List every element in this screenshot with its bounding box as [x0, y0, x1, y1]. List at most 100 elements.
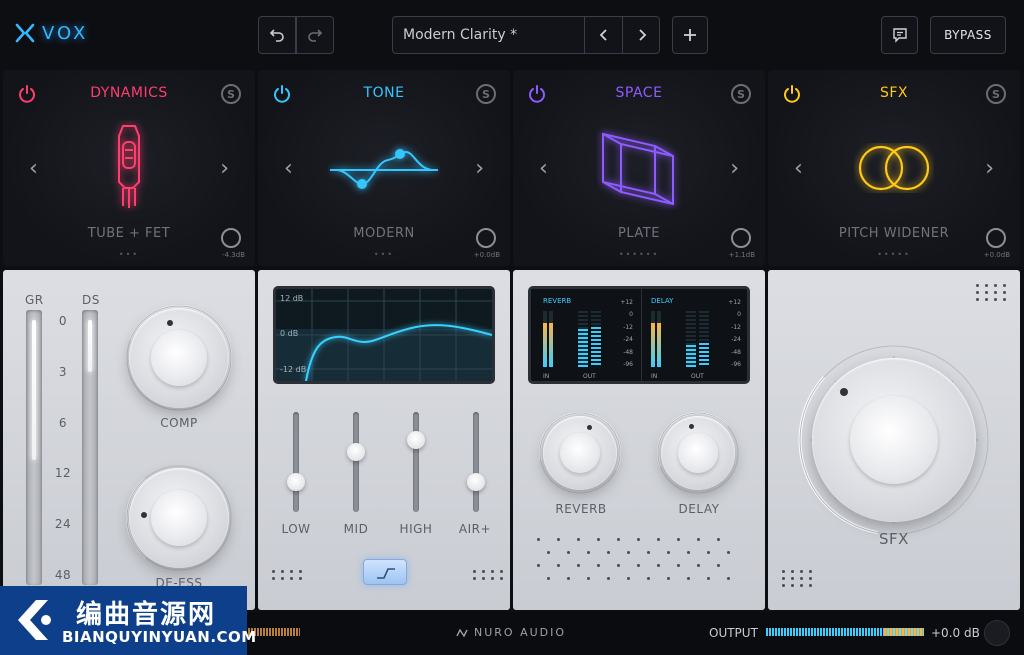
output-knob[interactable]	[984, 620, 1010, 646]
watermark-arrow-icon	[18, 600, 51, 640]
module-title: DYNAMICS	[90, 85, 168, 101]
reverb-meter-label: REVERB	[543, 297, 572, 305]
space-meter-display: REVERB DELAY IN OUT +12 0 -12 -24 -48 -96 IN …	[528, 286, 750, 384]
mode-prev-button[interactable]: ‹	[29, 156, 38, 181]
solo-button[interactable]: S	[476, 84, 496, 104]
speaker-grille-left	[272, 570, 305, 580]
delay-out-label: OUT	[691, 373, 704, 380]
high-label: HIGH	[399, 522, 433, 536]
mode-next-button[interactable]: ›	[985, 156, 994, 181]
mode-label: MODERN	[353, 226, 415, 241]
speaker-grille-bottom	[782, 570, 815, 587]
watermark: 编曲音源网 BIANQUYINYUAN.COM	[0, 586, 256, 655]
solo-button[interactable]: S	[986, 84, 1006, 104]
comp-knob[interactable]	[129, 308, 229, 408]
reverb-in-label: IN	[543, 373, 550, 380]
delay-label: DELAY	[678, 502, 720, 516]
logo-x-icon	[15, 23, 35, 43]
module-gain-knob[interactable]	[221, 228, 241, 248]
reverb-scale: +12 0 -12 -24 -48 -96	[620, 299, 633, 369]
air-fader-knob[interactable]	[467, 473, 485, 491]
module-gain-knob[interactable]	[731, 228, 751, 248]
module-gain-knob[interactable]	[476, 228, 496, 248]
output-value: +0.0 dB	[931, 626, 980, 640]
mid-fader-knob[interactable]	[347, 443, 365, 461]
module-title: SFX	[879, 85, 909, 101]
add-preset-button[interactable]	[672, 16, 708, 54]
scale-tick: 24	[54, 517, 72, 531]
curve-toggle-button[interactable]	[363, 559, 407, 585]
output-meter	[766, 628, 924, 636]
chevron-right-icon	[638, 29, 646, 41]
space-panel: REVERB DELAY IN OUT +12 0 -12 -24 -48 -96 IN …	[513, 270, 765, 610]
mode-next-button[interactable]: ›	[730, 156, 739, 181]
air-label: AIR+	[458, 522, 492, 536]
dynamics-panel: GR DS 0 3 6 12 24 48 COMP DE-ESS	[3, 270, 255, 610]
delay-knob[interactable]	[661, 416, 735, 490]
plus-icon	[684, 29, 696, 41]
tube-icon	[118, 125, 140, 208]
mode-label: PITCH WIDENER	[838, 226, 950, 241]
bypass-label: BYPASS	[944, 28, 992, 42]
deess-knob[interactable]	[129, 468, 229, 568]
logo-text: VOX	[42, 22, 89, 44]
high-fader-knob[interactable]	[407, 431, 425, 449]
preset-prev-button[interactable]	[584, 17, 622, 53]
brand: NURO AUDIO	[456, 626, 566, 639]
module-space: SPACE S ‹ › PLATE •••••• +1.1dB	[513, 70, 765, 266]
undo-icon	[269, 29, 284, 42]
low-label: LOW	[281, 522, 311, 536]
speaker-grille-top	[976, 284, 1009, 301]
nuro-logo-icon	[456, 628, 468, 637]
mode-prev-button[interactable]: ‹	[539, 156, 548, 181]
redo-icon	[308, 29, 323, 42]
mode-label: TUBE + FET	[87, 226, 171, 241]
undo-button[interactable]	[258, 16, 296, 54]
mode-dots: •••	[373, 250, 395, 259]
preset-next-button[interactable]	[622, 17, 660, 53]
scale-tick: 0	[58, 314, 68, 328]
preset-selector[interactable]: Modern Clarity *	[392, 16, 660, 54]
low-fader-knob[interactable]	[287, 473, 305, 491]
mode-dots: •••	[118, 250, 140, 259]
reverb-out-label: OUT	[583, 373, 596, 380]
fader-track-air	[473, 412, 479, 512]
eq-curve-icon	[330, 149, 438, 189]
ds-meter	[82, 310, 98, 585]
mode-prev-button[interactable]: ‹	[794, 156, 803, 181]
ds-label: DS	[82, 293, 100, 307]
reverb-label: REVERB	[555, 502, 607, 516]
brand-text: NURO AUDIO	[474, 626, 567, 639]
sfx-knob[interactable]	[812, 358, 976, 522]
mode-prev-button[interactable]: ‹	[284, 156, 293, 181]
reverb-knob[interactable]	[543, 416, 617, 490]
high-shelf-icon	[377, 568, 395, 579]
solo-button[interactable]: S	[221, 84, 241, 104]
scale-tick: 6	[58, 416, 68, 430]
fader-track-high	[413, 412, 419, 512]
redo-button[interactable]	[296, 16, 334, 54]
delay-meter-label: DELAY	[651, 297, 674, 305]
bypass-button[interactable]: BYPASS	[930, 16, 1006, 54]
module-tone: TONE S ‹ › MODERN ••• +0.0dB	[258, 70, 510, 266]
fader-track-low	[293, 412, 299, 512]
module-gain-knob[interactable]	[986, 228, 1006, 248]
tone-panel: 12 dB 0 dB -12 dB LOW MID HIGH AIR+	[258, 270, 510, 610]
pitch-widener-icon	[858, 145, 930, 191]
eq-display: 12 dB 0 dB -12 dB	[273, 286, 495, 384]
solo-button[interactable]: S	[731, 84, 751, 104]
gr-meter	[26, 310, 42, 585]
eq-label-top: 12 dB	[280, 294, 304, 303]
sfx-label: SFX	[879, 530, 909, 548]
eq-graph	[276, 289, 492, 381]
speaker-grille-right	[473, 570, 506, 580]
fader-track-mid	[353, 412, 359, 512]
scale-tick: 12	[54, 466, 72, 480]
mode-next-button[interactable]: ›	[475, 156, 484, 181]
feedback-button[interactable]	[881, 16, 918, 54]
mode-next-button[interactable]: ›	[220, 156, 229, 181]
module-title: TONE	[363, 85, 405, 101]
gr-label: GR	[25, 293, 44, 307]
module-gain-value: +1.1dB	[728, 251, 755, 259]
mode-dots: ••••••	[618, 250, 660, 259]
